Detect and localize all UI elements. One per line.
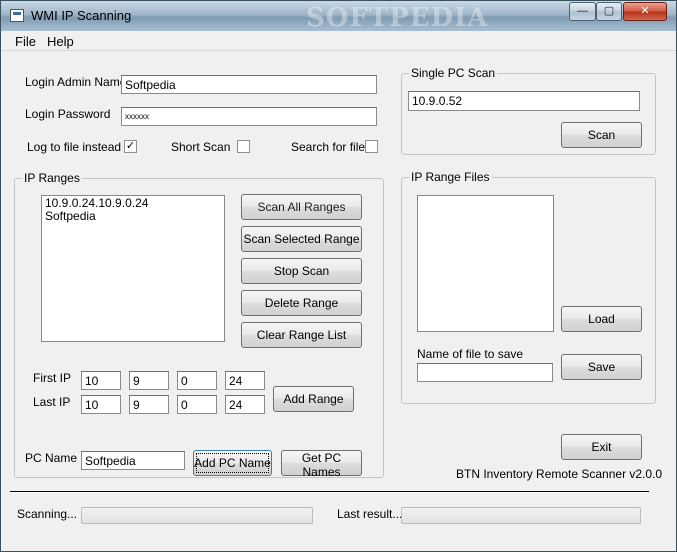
ip-ranges-title: IP Ranges — [22, 171, 82, 185]
single-pc-scan-title: Single PC Scan — [409, 66, 498, 80]
load-button[interactable]: Load — [561, 306, 642, 332]
scan-selected-range-button[interactable]: Scan Selected Range — [241, 226, 362, 252]
last-ip-octet-2[interactable]: 9 — [129, 395, 169, 414]
clear-range-list-button[interactable]: Clear Range List — [241, 322, 362, 348]
client-area: Login Admin Name Softpedia Login Passwor… — [1, 51, 676, 551]
search-for-file-checkbox[interactable] — [365, 140, 378, 153]
watermark: SOFTPEDIA — [306, 3, 489, 33]
add-pc-name-button[interactable]: Add PC Name — [193, 450, 272, 476]
ip-ranges-list[interactable]: 10.9.0.24.10.9.0.24 Softpedia — [41, 195, 225, 342]
pc-name-input[interactable]: Softpedia — [81, 451, 185, 470]
search-for-file-label: Search for file — [291, 140, 366, 154]
get-pc-names-button[interactable]: Get PC Names — [281, 450, 362, 479]
last-result-field — [401, 507, 641, 524]
password-label: Login Password — [25, 107, 111, 121]
first-ip-octet-2[interactable]: 9 — [129, 371, 169, 390]
close-button[interactable]: ✕ — [623, 2, 667, 21]
version-label: BTN Inventory Remote Scanner v2.0.0 — [456, 467, 663, 481]
save-file-name-label: Name of file to save — [417, 347, 524, 361]
add-range-button[interactable]: Add Range — [273, 386, 354, 412]
minimize-button[interactable]: — — [569, 2, 596, 21]
list-item[interactable]: Softpedia — [45, 210, 221, 223]
app-window: WMI IP Scanning SOFTPEDIA — ▢ ✕ File Hel… — [0, 0, 677, 552]
last-result-label: Last result... — [337, 507, 403, 521]
scanning-label: Scanning... — [17, 507, 78, 521]
scan-all-ranges-button[interactable]: Scan All Ranges — [241, 194, 362, 220]
range-files-list[interactable] — [417, 195, 554, 332]
last-ip-octet-4[interactable]: 24 — [225, 395, 265, 414]
first-ip-octet-4[interactable]: 24 — [225, 371, 265, 390]
password-input[interactable]: xxxxxx — [121, 107, 377, 126]
title-bar[interactable]: WMI IP Scanning SOFTPEDIA — ▢ ✕ — [1, 1, 676, 33]
status-separator — [10, 491, 649, 493]
log-to-file-checkbox[interactable]: ✓ — [124, 140, 137, 153]
ip-range-files-title: IP Range Files — [409, 170, 492, 184]
scanning-progress-bar — [81, 507, 313, 524]
last-ip-label: Last IP — [33, 395, 71, 409]
admin-name-input[interactable]: Softpedia — [121, 75, 377, 94]
delete-range-button[interactable]: Delete Range — [241, 290, 362, 316]
last-ip-octet-1[interactable]: 10 — [81, 395, 121, 414]
menu-bar: File Help — [1, 31, 676, 51]
stop-scan-button[interactable]: Stop Scan — [241, 258, 362, 284]
first-ip-octet-3[interactable]: 0 — [177, 371, 217, 390]
first-ip-octet-1[interactable]: 10 — [81, 371, 121, 390]
short-scan-checkbox[interactable] — [237, 140, 250, 153]
app-icon — [10, 9, 24, 22]
maximize-button[interactable]: ▢ — [596, 2, 622, 21]
first-ip-label: First IP — [33, 371, 71, 385]
exit-button[interactable]: Exit — [561, 434, 642, 460]
last-ip-octet-3[interactable]: 0 — [177, 395, 217, 414]
save-button[interactable]: Save — [561, 354, 642, 380]
admin-name-label: Login Admin Name — [25, 75, 127, 89]
scan-button[interactable]: Scan — [561, 122, 642, 148]
pc-name-label: PC Name — [25, 451, 78, 465]
single-pc-ip-input[interactable]: 10.9.0.52 — [408, 91, 640, 111]
window-title: WMI IP Scanning — [31, 8, 132, 23]
menu-help[interactable]: Help — [47, 34, 74, 49]
log-to-file-label: Log to file instead — [27, 140, 122, 154]
menu-file[interactable]: File — [15, 34, 36, 49]
save-file-name-input[interactable] — [417, 363, 553, 382]
short-scan-label: Short Scan — [171, 140, 231, 154]
